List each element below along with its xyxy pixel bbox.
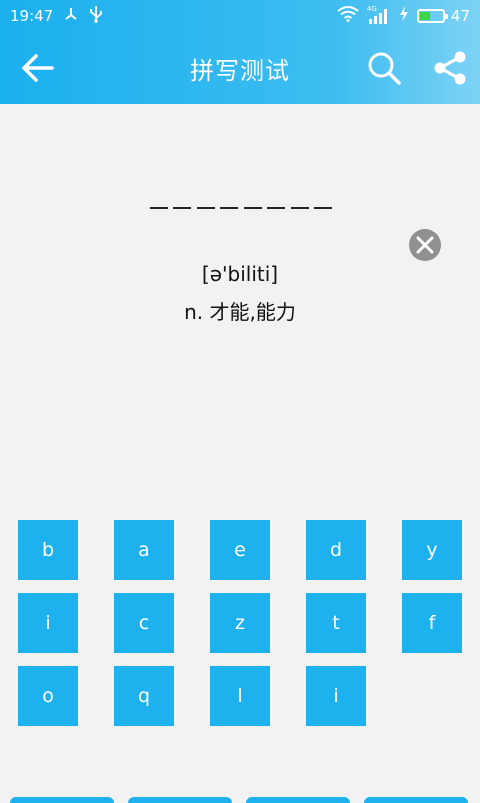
battery-fill <box>419 12 431 20</box>
close-icon <box>416 236 434 254</box>
answer-blank-slot <box>196 207 215 209</box>
letter-key[interactable]: y <box>402 520 462 580</box>
word-meaning: n. 才能,能力 <box>184 300 296 324</box>
letter-key[interactable]: a <box>114 520 174 580</box>
back-button[interactable] <box>18 48 58 88</box>
letter-key[interactable]: t <box>306 593 366 653</box>
letter-key[interactable]: f <box>402 593 462 653</box>
letter-key[interactable]: b <box>18 520 78 580</box>
answer-blank-slot <box>173 207 192 209</box>
bottom-action-button[interactable] <box>128 797 232 803</box>
app-bar: 拼写测试 <box>0 32 480 104</box>
status-time: 19:47 <box>10 7 54 25</box>
answer-blank-slot <box>313 207 332 209</box>
clear-answer-button[interactable] <box>409 229 441 261</box>
letter-key[interactable]: l <box>210 666 270 726</box>
search-button[interactable] <box>364 48 404 88</box>
battery-icon <box>416 9 448 23</box>
share-button[interactable] <box>430 48 470 88</box>
answer-blank-slot <box>243 207 262 209</box>
signal-icon: 4G <box>367 5 391 25</box>
bottom-action-button[interactable] <box>10 797 114 803</box>
answer-blank-slot <box>290 207 309 209</box>
usb-debug-icon <box>63 6 79 26</box>
letter-key[interactable]: q <box>114 666 174 726</box>
charging-icon <box>399 6 409 26</box>
bottom-action-button[interactable] <box>364 797 468 803</box>
word-phonetic: [ə'biliti] <box>201 262 279 286</box>
letter-key[interactable]: o <box>18 666 78 726</box>
letter-key[interactable]: z <box>210 593 270 653</box>
letter-key[interactable]: e <box>210 520 270 580</box>
back-arrow-icon <box>22 54 54 82</box>
share-icon <box>434 51 466 85</box>
bottom-action-button[interactable] <box>246 797 350 803</box>
status-bar: 19:47 4G 47 <box>0 0 480 32</box>
letter-key[interactable]: i <box>18 593 78 653</box>
letter-key[interactable]: d <box>306 520 366 580</box>
page-title: 拼写测试 <box>190 56 290 85</box>
battery-percent: 47 <box>450 7 470 25</box>
usb-icon <box>89 5 103 27</box>
answer-blank-slot <box>267 207 286 209</box>
search-icon <box>368 52 401 85</box>
wifi-icon <box>337 6 359 26</box>
letter-key[interactable]: c <box>114 593 174 653</box>
answer-blank-slot <box>150 207 168 209</box>
answer-blank-slot <box>220 207 239 209</box>
letter-key[interactable]: i <box>306 666 366 726</box>
answer-blanks <box>150 198 332 218</box>
